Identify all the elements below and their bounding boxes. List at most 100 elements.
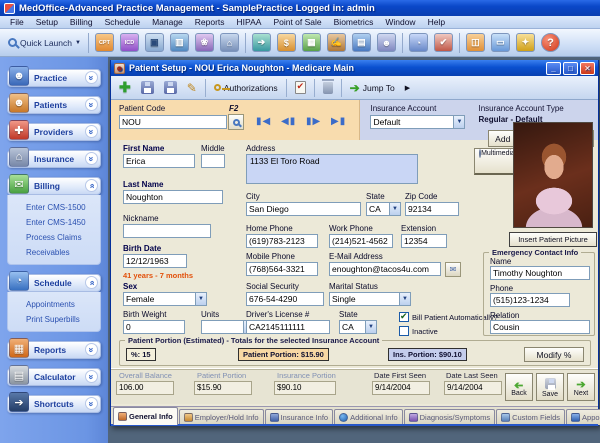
chevron-expand-icon[interactable]: »: [85, 343, 98, 356]
record-first-button[interactable]: ▮◀: [256, 116, 271, 127]
menu-schedule[interactable]: Schedule: [99, 17, 146, 27]
chevron-collapse-icon[interactable]: »: [85, 276, 98, 289]
drivers-license-input[interactable]: [246, 320, 330, 334]
state-select[interactable]: CA▼: [366, 202, 401, 216]
menu-billing[interactable]: Billing: [64, 17, 99, 27]
record-next-button[interactable]: ▮▶: [306, 116, 321, 127]
report-time-button[interactable]: ◔: [407, 31, 430, 54]
menu-hipaa[interactable]: HIPAA: [231, 17, 268, 27]
tab-appointments[interactable]: Appointments: [566, 409, 600, 425]
collections-button[interactable]: ✍: [325, 31, 348, 54]
sidebar-item-print-superbills[interactable]: Print Superbills: [26, 312, 100, 327]
sidebar-item-receivables[interactable]: Receivables: [26, 245, 100, 260]
emergency-phone-input[interactable]: [490, 293, 570, 307]
address-input[interactable]: 1133 El Toro Road: [246, 154, 418, 184]
nickname-input[interactable]: [123, 224, 211, 238]
chevron-expand-icon[interactable]: »: [85, 125, 98, 138]
save-copy-button[interactable]: [160, 78, 181, 98]
next-button[interactable]: ➔Next: [567, 373, 595, 401]
save-button[interactable]: [137, 78, 158, 98]
tab-custom-fields[interactable]: Custom Fields: [496, 409, 565, 425]
certification-button[interactable]: ❀: [193, 31, 216, 54]
tab-diagnosis-symptoms[interactable]: Diagnosis/Symptoms: [404, 409, 495, 425]
ssn-input[interactable]: [246, 292, 324, 306]
city-input[interactable]: [246, 202, 361, 216]
emergency-name-input[interactable]: [490, 266, 590, 280]
chevron-expand-icon[interactable]: »: [85, 397, 98, 410]
chevron-expand-icon[interactable]: »: [85, 71, 98, 84]
close-button[interactable]: ✕: [580, 62, 595, 75]
save-record-button[interactable]: Save: [536, 373, 564, 401]
inactive-checkbox[interactable]: Inactive: [399, 326, 438, 336]
birth-weight-input[interactable]: [123, 320, 185, 334]
insert-picture-button[interactable]: Insert Patient Picture: [509, 232, 597, 247]
billing-person-button[interactable]: ☻: [375, 31, 398, 54]
sidebar-item-process-claims[interactable]: Process Claims: [26, 230, 100, 245]
add-patient-button[interactable]: ✚: [115, 78, 135, 98]
sidebar-item-insurance[interactable]: ⌂ Insurance »: [7, 150, 101, 168]
sidebar-item-billing[interactable]: ✉ Billing »: [7, 177, 101, 195]
delete-button[interactable]: [319, 78, 337, 98]
tab-additional-info[interactable]: Additional Info: [334, 409, 403, 425]
home-phone-input[interactable]: [246, 234, 318, 248]
send-email-button[interactable]: ✉: [445, 262, 461, 277]
send-claims-button[interactable]: ➔: [250, 31, 273, 54]
charges-button[interactable]: $: [275, 31, 298, 54]
license-state-select[interactable]: CA▼: [339, 320, 377, 334]
patient-code-input[interactable]: [119, 115, 227, 129]
menu-setup[interactable]: Setup: [30, 17, 64, 27]
verify-button[interactable]: [291, 78, 310, 98]
chevron-expand-icon[interactable]: »: [85, 370, 98, 383]
sidebar-item-practice[interactable]: ☻ Practice »: [7, 69, 101, 87]
sidebar-item-providers[interactable]: ✚ Providers »: [7, 123, 101, 141]
record-last-button[interactable]: ▶▮: [331, 116, 346, 127]
chevron-expand-icon[interactable]: »: [85, 98, 98, 111]
sidebar-item-enter-cms-1500[interactable]: Enter CMS-1500: [26, 200, 100, 215]
menu-point-of-sale[interactable]: Point of Sale: [267, 17, 327, 27]
patient-record-button[interactable]: ▣: [143, 31, 166, 54]
security-lock-button[interactable]: ✦: [514, 31, 537, 54]
batch-claims-button[interactable]: ▦: [300, 31, 323, 54]
audit-checklist-button[interactable]: ✔: [432, 31, 455, 54]
menu-help[interactable]: Help: [422, 17, 451, 27]
record-prev-button[interactable]: ◀▮: [281, 116, 296, 127]
monitor-button[interactable]: ▭: [489, 31, 512, 54]
facility-button[interactable]: ⌂: [218, 31, 241, 54]
minimize-button[interactable]: _: [546, 62, 561, 75]
jump-to-button[interactable]: ➔ Jump To: [346, 78, 399, 98]
maximize-button[interactable]: □: [563, 62, 578, 75]
marital-status-select[interactable]: Single▼: [329, 292, 411, 306]
sex-select[interactable]: Female▼: [123, 292, 207, 306]
zip-input[interactable]: [405, 202, 459, 216]
work-phone-input[interactable]: [329, 234, 393, 248]
menu-manage[interactable]: Manage: [146, 17, 189, 27]
workstation-button[interactable]: ▥: [168, 31, 191, 54]
jump-to-more-button[interactable]: ▶: [401, 78, 414, 98]
middle-input[interactable]: [201, 154, 225, 168]
birth-date-input[interactable]: [123, 254, 187, 268]
quick-launch-button[interactable]: Quick Launch ▼: [4, 36, 85, 50]
sidebar-item-appointments[interactable]: Appointments: [26, 297, 100, 312]
back-button[interactable]: ➔Back: [505, 373, 533, 401]
sidebar-item-reports[interactable]: ▦ Reports »: [7, 341, 101, 359]
insurance-account-select[interactable]: Default ▼: [370, 115, 465, 129]
tab-insurance-info[interactable]: Insurance Info: [265, 409, 334, 425]
extension-input[interactable]: [401, 234, 447, 248]
authorizations-button[interactable]: Authorizations: [210, 78, 282, 98]
statements-button[interactable]: ▤: [350, 31, 373, 54]
first-name-input[interactable]: [123, 154, 195, 168]
charts-button[interactable]: ◫: [464, 31, 487, 54]
chevron-collapse-icon[interactable]: »: [85, 179, 98, 192]
modify-percent-button[interactable]: Modify %: [524, 347, 584, 362]
icd-codes-button[interactable]: ICD: [118, 31, 141, 54]
sidebar-item-shortcuts[interactable]: ➔ Shortcuts »: [7, 395, 101, 413]
sidebar-item-enter-cms-1450[interactable]: Enter CMS-1450: [26, 215, 100, 230]
menu-file[interactable]: File: [4, 17, 30, 27]
help-button[interactable]: ?: [539, 31, 562, 54]
patient-search-button[interactable]: [228, 114, 244, 130]
email-input[interactable]: [329, 262, 441, 276]
sidebar-item-patients[interactable]: ☻ Patients »: [7, 96, 101, 114]
last-name-input[interactable]: [123, 190, 223, 204]
menu-biometrics[interactable]: Biometrics: [328, 17, 380, 27]
emergency-relation-input[interactable]: [490, 320, 590, 334]
